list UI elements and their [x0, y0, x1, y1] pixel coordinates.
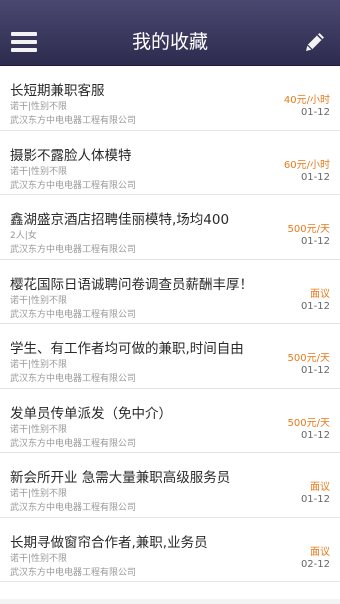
- page-title: 我的收藏: [131, 31, 208, 53]
- job-title: 樱花国际日语诚聘问卷调查员薪酬丰厚！: [10, 276, 253, 293]
- job-headcount-gender: 诺干|性别不限: [10, 102, 68, 112]
- job-list-item[interactable]: 学生、有工作者均可做的兼职,时间自由诺干|性别不限武汉东方中电电器工程有限公司 5…: [0, 324, 340, 389]
- job-company: 武汉东方中电电器工程有限公司: [10, 116, 137, 126]
- job-date: 01-12: [300, 429, 330, 441]
- job-headcount-gender: 诺干|性别不限: [10, 553, 68, 564]
- job-pay: 40元/小时: [283, 95, 330, 106]
- job-pay: 500元/天: [287, 417, 330, 429]
- job-company: 武汉东方中电电器工程有限公司: [10, 503, 137, 513]
- job-list-item[interactable]: 新会所开业 急需大量兼职高级服务员诺干|性别不限武汉东方中电电器工程有限公司 面议…: [0, 453, 340, 518]
- job-title: 长期寻做窗帘合作者,兼职,业务员: [10, 534, 208, 551]
- job-date: 01-12: [300, 236, 330, 247]
- job-list-item[interactable]: 长期寻做窗帘合作者,兼职,业务员诺干|性别不限武汉东方中电电器工程有限公司 面议 0…: [0, 517, 340, 582]
- job-pay: 60元/小时: [283, 159, 330, 171]
- job-pay: 面议: [310, 482, 330, 493]
- job-date: 01-12: [300, 300, 330, 312]
- job-title: 鑫湖盛京酒店招聘佳丽模特,场均400: [10, 212, 230, 228]
- pencil-icon: [306, 33, 324, 51]
- job-title: 学生、有工作者均可做的兼职,时间自由: [10, 341, 244, 357]
- job-title: 发单员传单派发（免中介）: [10, 405, 172, 422]
- job-pay: 面议: [310, 288, 330, 300]
- job-list-item[interactable]: 长短期兼职客服诺干|性别不限武汉东方中电电器工程有限公司 40元/小时 01-12: [0, 66, 340, 131]
- job-pay: 500元/天: [287, 353, 330, 364]
- job-pay: 面议: [310, 546, 330, 558]
- job-company: 武汉东方中电电器工程有限公司: [10, 374, 137, 384]
- job-title: 长短期兼职客服: [10, 83, 105, 99]
- job-title: 摄影不露脸人体模特: [10, 147, 132, 164]
- job-list-item[interactable]: 发单员传单派发（免中介） 诺干|性别不限武汉东方中电电器工程有限公司 500元/天 0…: [0, 388, 340, 453]
- job-company: 武汉东方中电电器工程有限公司: [10, 245, 137, 255]
- header-bar: 我的收藏: [0, 18, 340, 66]
- job-company: 武汉东方中电电器工程有限公司: [10, 567, 137, 578]
- job-headcount-gender: 诺干|性别不限: [10, 360, 68, 370]
- edit-button[interactable]: [302, 29, 328, 55]
- job-list-item[interactable]: 樱花国际日语诚聘问卷调查员薪酬丰厚！ 诺干|性别不限武汉东方中电电器工程有限公司 面…: [0, 259, 340, 324]
- job-date: 01-12: [300, 171, 330, 183]
- job-pay: 500元/天: [287, 224, 330, 235]
- menu-button[interactable]: [10, 28, 38, 56]
- favorites-list: 长短期兼职客服 诺干|性别不限 武汉东方中电电器工程有限公司 40元/小时 01-12 摄…: [0, 66, 340, 582]
- list-bottom-spacer: [0, 599, 340, 604]
- job-company: 武汉东方中电电器工程有限公司: [10, 438, 137, 449]
- job-company: 武汉东方中电电器工程有限公司: [10, 309, 137, 320]
- job-list-item[interactable]: 鑫湖盛京酒店招聘佳丽模特,场均400 2人|女武汉东方中电电器工程有限公司 500元…: [0, 195, 340, 260]
- job-headcount-gender: 诺干|性别不限: [10, 424, 68, 435]
- hamburger-menu-icon: [11, 32, 37, 36]
- job-headcount-gender: 诺干|性别不限: [10, 489, 68, 499]
- job-company: 武汉东方中电电器工程有限公司: [10, 180, 137, 191]
- job-date: 01-12: [300, 494, 330, 505]
- job-title: 新会所开业 急需大量兼职高级服务员: [10, 470, 231, 486]
- job-date: 01-12: [300, 365, 330, 376]
- job-headcount-gender: 诺干|性别不限: [10, 166, 68, 177]
- app-header: 我的收藏: [0, 0, 340, 66]
- job-date: 02-12: [300, 558, 330, 570]
- job-headcount-gender: 诺干|性别不限: [10, 295, 68, 306]
- job-headcount-gender: 2人|女: [10, 231, 37, 241]
- job-list-item[interactable]: 摄影不露脸人体模特诺干|性别不限武汉东方中电电器工程有限公司 60元/小时 01-1…: [0, 130, 340, 195]
- job-date: 01-12: [300, 107, 330, 118]
